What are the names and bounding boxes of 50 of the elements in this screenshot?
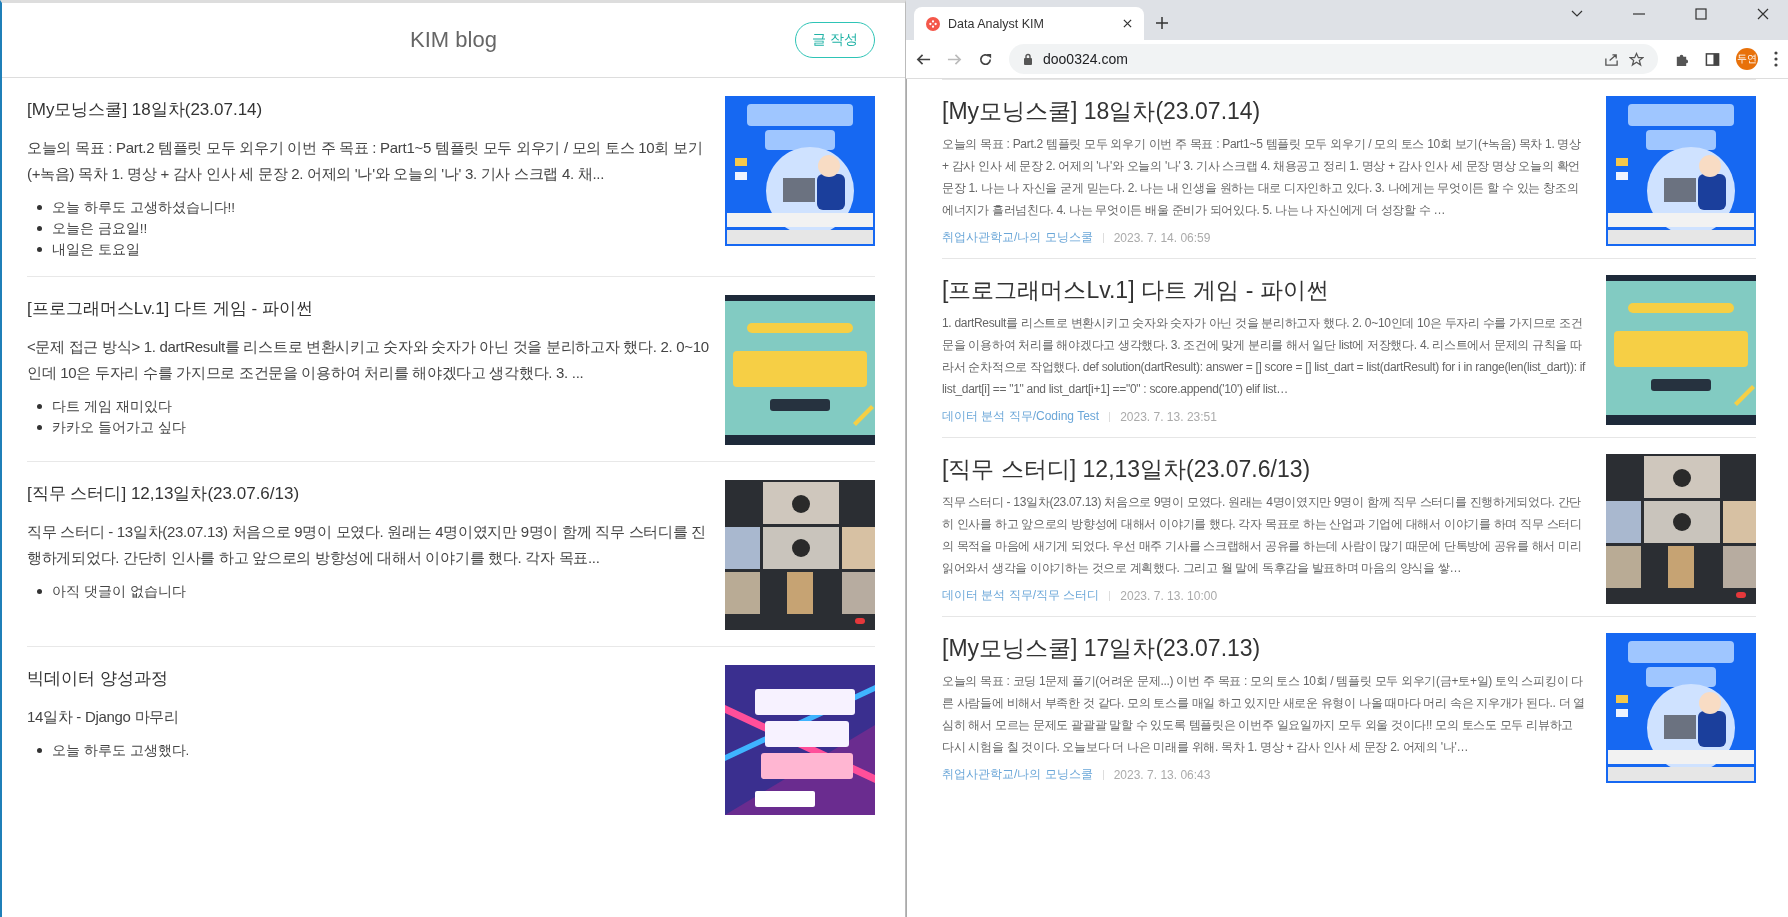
bullet-icon [37,205,42,210]
browser-tab[interactable]: Data Analyst KIM [914,7,1144,40]
post-excerpt: 1. dartResult를 리스트로 변환시키고 숫자와 숫자가 아닌 것을 분리하고자 했다. 2. 0~10인데 10은 두자리 수를 가지므로 조건문을 이용하여 처리를 해야겠다고 생각했다. 3. 조건에 맞게 분리를 해서 일단 list에 저장했다. 4. 리스트에서 문제의 규칙을 따라서 순차적으로 작업했다. def solution(dartResult): answer = [] score = [] list_dart = list(dartResult) for i in range(len(list_dart)): if list_dart[i] == "1" and list_dart[i+1] =="0" : score.append('10') elif list… [942,315,1586,398]
post-title[interactable]: [직무 스터디] 12,13일차(23.07.6/13) [942,454,1586,485]
bullet-icon [37,226,42,231]
tab-title: Data Analyst KIM [948,16,1045,31]
post-title[interactable]: [My모닝스쿨] 18일차(23.07.14) [27,98,713,121]
maximize-icon[interactable] [1695,8,1707,20]
post-summary: 14일차 - Django 마무리 [27,707,180,727]
blog-title: KIM blog [410,27,497,53]
bullet-icon [37,425,42,430]
post-title[interactable]: 빅데이터 양성과정 [27,667,713,690]
reload-icon[interactable] [978,51,993,67]
post-title[interactable]: [프로그래머스Lv.1] 다트 게임 - 파이썬 [27,297,713,320]
address-bar[interactable]: doo0324.com [1009,44,1658,74]
favicon-icon [926,16,940,31]
post-title[interactable]: [직무 스터디] 12,13일차(23.07.6/13) [27,482,713,505]
post-excerpt: 오늘의 목표 : Part.2 템플릿 모두 외우기 이번 주 목표 : Part1~5 템플릿 모두 외우기 / 모의 토스 10회 보기(+녹음) 목차 1. 명상 + 감사 인사 세 문장 2. 어제의 '나'와 오늘의 '나' 3. 기사 스크랩 4. 채용공고 정리 1. 명상 + 감사 인사 세 문장 명상 오늘의 확언문장 1. 나는 나 자신을 굳게 믿는다. 2. 나는 내 인생을 원하는 대로 디자인하고 있다. 3. 나에게는 무엇이든 할 수 있는 창조의 에너지가 흘러넘친다. 4. 나는 무엇이든 배울 준비가 되어있다. 5. 나는 나 자신에게 더 성장할 수 … [942,136,1582,219]
bullet-icon [37,404,42,409]
comment-item: 오늘 하루도 고생했다. [52,742,190,760]
post-title[interactable]: [My모닝스쿨] 18일차(23.07.14) [942,96,1586,127]
sidebar-icon[interactable] [1705,51,1720,67]
close-icon[interactable] [1123,19,1132,28]
post-date: 2023. 7. 13. 10:00 [1120,588,1218,603]
comment-item: 아직 댓글이 없습니다 [52,583,186,601]
share-icon[interactable] [1604,51,1619,67]
post-summary: 직무 스터디 - 13일차(23.07.13) 처음으로 9명이 모였다. 원래는 4명이였지만 9명이 함께 직무 스터디를 진행하게되었다. 간단히 인사를 하고 앞으로의 방향성에 대해서 이야기를 했다. 각자 목표... [27,522,707,568]
close-icon[interactable] [1757,8,1769,20]
bullet-icon [37,247,42,252]
post-excerpt: 직무 스터디 - 13일차(23.07.13) 처음으로 9명이 모였다. 원래는 4명이였지만 9명이 함께 직무 스터디를 진행하게되었다. 간단히 인사를 하고 앞으로의 방향성에 대해서 이야기를 했다. 각자 목표로 하는 산업과 기업에 대해서 이야기를 하며 직무 스터디의 목적을 마음에 새기게 되었다. 우선 매주 기사를 스크랩해서 공유를 하는데 사람이 많기 때문에 단톡방에 공유를 해서 미리 읽어와서 생각을 이야기하는 것으로 계획했다. 그리고 월 말에 독후감을 발표하며 마음의 양식을 쌓… [942,494,1583,577]
star-icon[interactable] [1629,51,1644,67]
comment-item: 카카오 들어가고 싶다 [52,419,186,437]
post-excerpt: 오늘의 목표 : 코딩 1문제 풀기(어려운 문제...) 이번 주 목표 : 모의 토스 10회 / 템플릿 모두 외우기(금+토+일) 토익 스피킹이 다른 사람들에 비해서 부족한 것 같다. 모의 토스를 매일 하고 있지만 새로운 유형이 나올 때마다 머리 속은 지우개가 된다.. 더 열심히 해서 모르는 문제도 괄괄괄 말할 수 있도록 템플릿은 이번주 일요일까지 모두 외울 것이다!! 모의 토스도 모두 리뷰하고 다시 시험을 칠 것이다. 오늘보다 더 나은 미래를 위해. 목차 1. 명상 + 감사 인사 세 문장 2. 어제의 '나'… [942,673,1586,756]
post-title[interactable]: [프로그래머스Lv.1] 다트 게임 - 파이썬 [942,275,1586,306]
comment-item: 내일은 토요일 [52,241,140,259]
lock-icon [1023,53,1033,65]
comment-item: 다트 게임 재미있다 [52,398,172,416]
post-title[interactable]: [My모닝스쿨] 17일차(23.07.13) [942,633,1586,664]
bullet-icon [37,748,42,753]
post-summary: <문제 접근 방식> 1. dartResult를 리스트로 변환시키고 숫자와 숫자가 아닌 것을 분리하고자 했다. 2. 0~10인데 10은 두자리 수를 가지므로 조건문을 이용하여 처리를 해야겠다고 생각했다. 3. ... [27,337,710,383]
comment-item: 오늘 하루도 고생하셨습니다!! [52,199,235,217]
menu-icon[interactable] [1774,51,1778,67]
post-date: 2023. 7. 13. 06:43 [1113,767,1211,782]
url-text: doo0324.com [1043,51,1128,67]
post-summary: 오늘의 목표 : Part.2 템플릿 모두 외우기 이번 주 목표 : Part1~5 템플릿 모두 외우기 / 모의 토스 10회 보기(+녹음) 목차 1. 명상 + 감사 인사 세 문장 2. 어제의 '나'와 오늘의 '나' 3. 기사 스크랩 4. 채... [27,138,704,184]
bullet-icon [37,589,42,594]
post-date: 2023. 7. 14. 06:59 [1113,230,1211,245]
new-tab-icon[interactable] [1156,17,1168,29]
post-date: 2023. 7. 13. 23:51 [1120,409,1217,424]
comment-item: 오늘은 금요일!! [52,220,148,238]
